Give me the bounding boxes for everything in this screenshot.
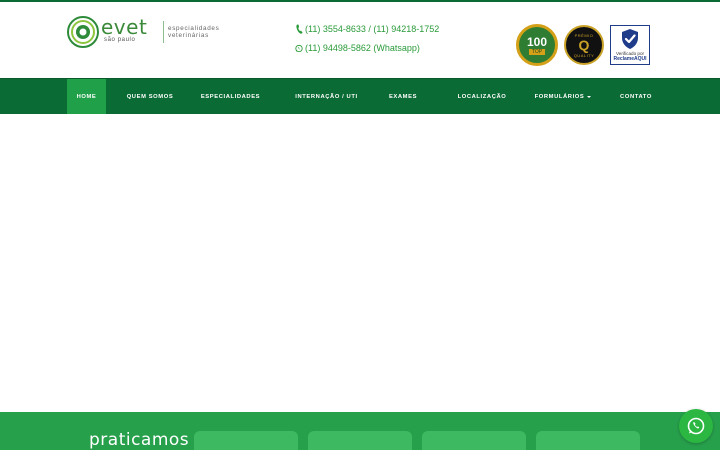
premio-quality-badge[interactable]: PRÊMIO Q QUALITY <box>564 25 604 65</box>
hero-banner-area <box>0 114 720 412</box>
nav-label: HOME <box>76 94 97 100</box>
top100-badge[interactable]: 100 TOP <box>516 24 558 66</box>
nav-label: EXAMES <box>388 94 418 100</box>
nav-label: ESPECIALIDADES <box>200 94 261 100</box>
nav-quem-somos[interactable]: QUEM SOMOS <box>106 79 194 115</box>
premio-bottom-text: QUALITY <box>573 52 595 58</box>
nav-label: CONTATO <box>620 94 652 100</box>
service-card[interactable] <box>308 431 412 450</box>
contact-info: (11) 3554-8633 / (11) 94218-1752 (11) 94… <box>295 22 439 60</box>
nav-label: INTERNAÇÃO / UTI <box>295 94 358 100</box>
site-header: evet são paulo especialidades veterinári… <box>0 2 720 78</box>
phone-icon <box>295 24 303 34</box>
nav-formularios[interactable]: FORMULÁRIOS <box>535 79 592 115</box>
whatsapp-icon <box>295 43 303 53</box>
main-navbar: HOME QUEM SOMOS ESPECIALIDADES INTERNAÇÃ… <box>0 78 720 115</box>
evet-logo[interactable]: evet são paulo especialidades veterinári… <box>67 16 219 48</box>
top100-number: 100 <box>526 34 548 49</box>
reclame-text-2: ReclameAQUI <box>613 56 647 62</box>
praticamos-section: praticamos <box>0 412 720 450</box>
service-card[interactable] <box>194 431 298 450</box>
logo-tagline-line2: veterinárias <box>168 32 209 39</box>
reclame-aqui-badge[interactable]: Verificado por ReclameAQUI <box>610 25 650 65</box>
logo-wordmark: evet são paulo <box>101 16 155 48</box>
top100-label: TOP <box>528 48 546 55</box>
nav-label: LOCALIZAÇÃO <box>457 94 507 100</box>
whatsapp-number-text: (11) 94498-5862 (Whatsapp) <box>305 43 420 53</box>
section-title: praticamos <box>89 430 190 450</box>
nav-internacao-uti[interactable]: INTERNAÇÃO / UTI <box>267 79 386 115</box>
logo-name: evet <box>101 15 148 39</box>
nav-label: FORMULÁRIOS <box>534 94 585 100</box>
award-badges: 100 TOP PRÊMIO Q QUALITY Verificado por … <box>516 24 650 66</box>
service-card[interactable] <box>422 431 526 450</box>
shield-check-icon <box>622 29 638 49</box>
logo-divider <box>163 21 164 43</box>
phone-numbers[interactable]: (11) 3554-8633 / (11) 94218-1752 <box>295 22 439 36</box>
logo-city: são paulo <box>104 37 136 43</box>
logo-tagline: especialidades veterinárias <box>168 25 219 40</box>
nav-label: QUEM SOMOS <box>126 94 174 100</box>
premio-letter: Q <box>578 36 590 53</box>
nav-localizacao[interactable]: LOCALIZAÇÃO <box>420 79 544 115</box>
whatsapp-number[interactable]: (11) 94498-5862 (Whatsapp) <box>295 41 439 55</box>
whatsapp-icon <box>687 417 705 435</box>
phone-numbers-text: (11) 3554-8633 / (11) 94218-1752 <box>305 24 440 34</box>
nav-especialidades[interactable]: ESPECIALIDADES <box>194 79 267 115</box>
logo-circle-icon <box>67 16 99 48</box>
logo-tagline-line1: especialidades <box>168 24 220 32</box>
whatsapp-float-button[interactable] <box>679 409 713 443</box>
nav-exames[interactable]: EXAMES <box>386 79 420 115</box>
nav-home[interactable]: HOME <box>67 79 106 115</box>
main-nav: HOME QUEM SOMOS ESPECIALIDADES INTERNAÇÃ… <box>67 79 690 115</box>
service-card[interactable] <box>536 431 640 450</box>
nav-contato[interactable]: CONTATO <box>582 79 690 115</box>
